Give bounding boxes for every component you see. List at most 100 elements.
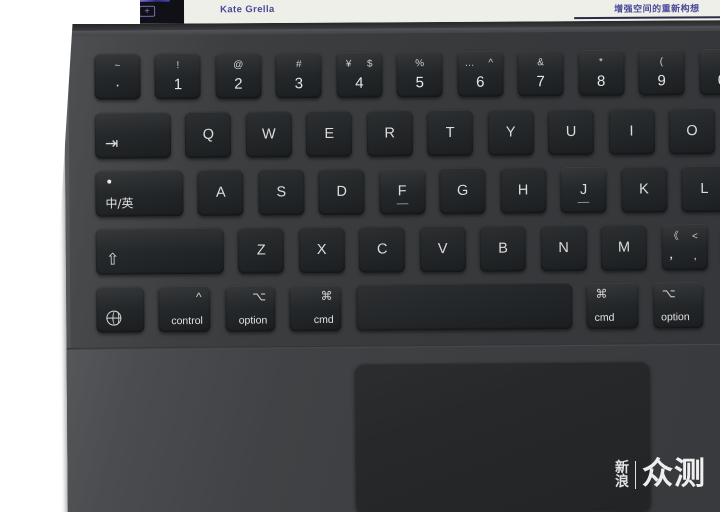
key-well: ~ · ! 1 @ 2 # 3 ¥ $ 4 % 5 … ^ 6 & 7 * 8 … <box>94 48 720 335</box>
option-label: option <box>238 314 268 327</box>
tab-arrow-icon: ⇥ <box>104 135 119 153</box>
key-3[interactable]: # 3 <box>275 51 322 99</box>
key-d[interactable]: D <box>318 168 365 216</box>
key-legend-lower: 0 <box>717 71 720 89</box>
key-legend-lower: 1 <box>173 76 183 94</box>
trackpad[interactable] <box>354 361 651 512</box>
key-s[interactable]: S <box>258 169 305 216</box>
key-legend-upper: … ^ <box>457 58 503 69</box>
key-legend-upper-right: < <box>691 231 698 243</box>
option-symbol-icon: ⌥ <box>661 286 676 301</box>
key-e[interactable]: E <box>306 110 353 158</box>
control-symbol-icon: ^ <box>195 289 202 304</box>
option-symbol-icon: ⌥ <box>252 289 267 304</box>
key-c[interactable]: C <box>359 226 406 273</box>
key-b[interactable]: B <box>479 225 527 272</box>
control-label: control <box>171 314 203 328</box>
shift-arrow-icon: ⇧ <box>105 251 120 269</box>
key-command-right[interactable]: ⌘ cmd <box>586 282 639 329</box>
key-option-right[interactable]: ⌥ option <box>652 281 704 329</box>
caps-lock-indicator-icon <box>107 179 112 184</box>
keyboard-row-modifiers: ^ control ⌥ option ⌘ cmd ⌘ cmd ⌥ option <box>96 281 713 333</box>
key-space[interactable] <box>355 283 573 331</box>
key-9[interactable]: ( 9 <box>638 49 685 96</box>
key-r[interactable]: R <box>366 110 413 157</box>
palm-rest-seam <box>66 342 720 350</box>
key-legend-upper: ¥ $ <box>336 59 382 70</box>
key-tab[interactable]: ⇥ <box>94 112 172 159</box>
key-j[interactable]: J <box>560 166 607 214</box>
key-option-left[interactable]: ⌥ option <box>225 285 276 332</box>
key-caps-lock[interactable]: 中/英 <box>95 170 184 217</box>
key-legend-upper-left: 《 <box>668 231 679 243</box>
key-7[interactable]: & 7 <box>517 50 564 97</box>
caps-lock-label: 中/英 <box>105 196 134 211</box>
key-legend-lower-left: ， <box>668 250 680 263</box>
key-label: J <box>579 181 588 198</box>
keyboard-row-qwerty: ⇥ Q W E R T Y U I O P <box>94 107 720 159</box>
key-command-left[interactable]: ⌘ cmd <box>289 284 342 332</box>
key-legend-lower: · <box>114 76 121 94</box>
key-legend-upper-left: ¥ <box>345 58 352 70</box>
globe-icon <box>106 310 122 326</box>
key-t[interactable]: T <box>427 109 474 157</box>
key-o[interactable]: O <box>668 107 716 155</box>
key-v[interactable]: V <box>419 225 466 273</box>
magic-keyboard-chassis: ~ · ! 1 @ 2 # 3 ¥ $ 4 % 5 … ^ 6 & 7 * 8 … <box>64 12 720 512</box>
key-f[interactable]: F <box>379 168 426 215</box>
key-u[interactable]: U <box>547 108 595 156</box>
key-2[interactable]: @ 2 <box>215 52 262 99</box>
document-caption: 增强空间的重新构想 <box>614 3 700 14</box>
key-tilde[interactable]: ~ · <box>94 53 141 100</box>
key-globe[interactable] <box>96 286 145 333</box>
key-control-left[interactable]: ^ control <box>158 285 211 333</box>
key-z[interactable]: Z <box>238 227 285 274</box>
key-legend-upper: & <box>537 57 544 69</box>
palm-rest <box>66 342 720 512</box>
key-l[interactable]: L <box>681 165 720 213</box>
key-h[interactable]: H <box>499 167 547 214</box>
command-label: cmd <box>594 311 615 324</box>
key-label: F <box>397 183 407 200</box>
home-row-bump-icon <box>577 201 590 203</box>
key-legend-upper: 《 < <box>661 231 707 242</box>
key-legend-lower: 3 <box>294 75 304 93</box>
key-6[interactable]: … ^ 6 <box>456 50 504 97</box>
key-legend-lower: 6 <box>475 73 485 91</box>
add-button[interactable]: + <box>139 5 156 17</box>
key-x[interactable]: X <box>298 226 345 274</box>
key-y[interactable]: Y <box>487 109 534 156</box>
key-w[interactable]: W <box>245 111 293 158</box>
key-i[interactable]: I <box>608 108 655 155</box>
key-legend-upper: % <box>415 58 425 70</box>
key-k[interactable]: K <box>620 166 668 213</box>
command-label: cmd <box>313 313 334 327</box>
key-g[interactable]: G <box>439 167 486 215</box>
key-n[interactable]: N <box>540 224 587 272</box>
key-1[interactable]: ! 1 <box>154 52 202 100</box>
option-label: option <box>661 311 690 324</box>
key-5[interactable]: % 5 <box>396 51 443 98</box>
key-0[interactable]: ) 0 <box>698 48 720 96</box>
key-comma[interactable]: 《 < ，, <box>661 223 708 271</box>
key-legend-lower: 8 <box>596 72 606 90</box>
document-author: Kate Grella <box>220 4 275 16</box>
key-legend-lower-right: , <box>693 250 697 263</box>
key-legend-upper: ~ <box>114 60 121 72</box>
key-legend-upper-left: … <box>464 57 475 69</box>
command-symbol-icon: ⌘ <box>595 286 608 301</box>
key-legend-upper-right: ^ <box>488 57 494 69</box>
photo-background-left <box>0 0 74 512</box>
key-8[interactable]: * 8 <box>577 49 625 96</box>
key-4[interactable]: ¥ $ 4 <box>336 51 383 98</box>
key-m[interactable]: M <box>600 224 648 271</box>
document-canvas: Proposal Kate Grella 给地方带来了全新的建筑设想。 空间探索… <box>183 0 720 24</box>
key-legend-upper-right: $ <box>366 58 373 70</box>
key-legend-lower: 5 <box>415 74 425 92</box>
key-a[interactable]: A <box>197 169 245 216</box>
key-legend-upper: # <box>295 59 302 71</box>
key-q[interactable]: Q <box>185 111 232 159</box>
key-shift[interactable]: ⇧ <box>95 227 225 275</box>
key-legend-upper: ) <box>699 56 720 67</box>
command-symbol-icon: ⌘ <box>320 288 333 303</box>
